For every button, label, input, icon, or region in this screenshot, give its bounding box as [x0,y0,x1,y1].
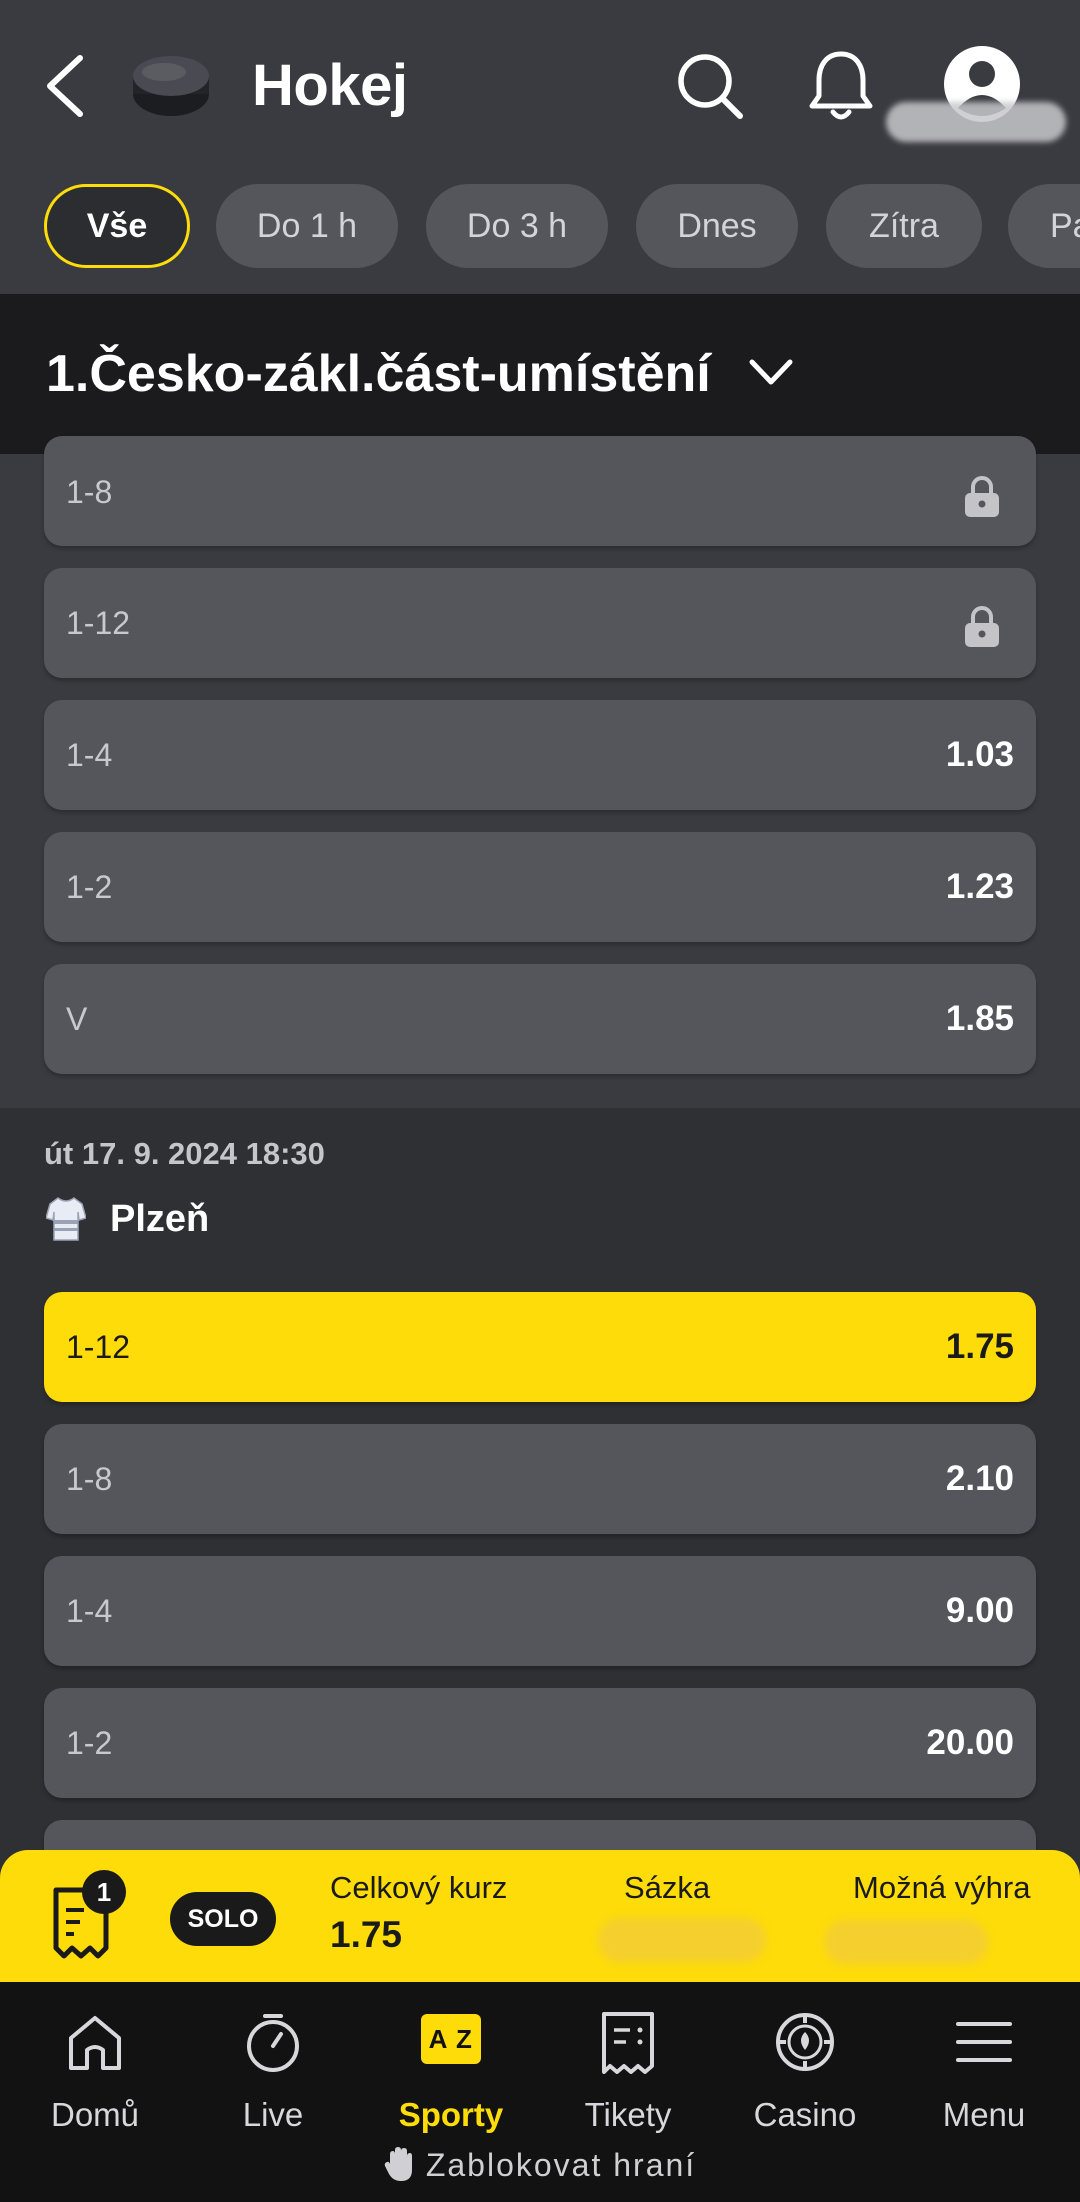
market-row[interactable]: 1-4 1.03 [44,700,1036,810]
market-label: V [66,1001,88,1037]
lock-icon [965,606,999,647]
nav-label: Tikety [584,2096,672,2133]
lock-icon [965,476,999,517]
svg-text:A: A [429,2024,448,2054]
stopwatch-icon [247,2014,299,2072]
filter-chip-more[interactable]: Pa [1008,184,1080,268]
market-row[interactable]: V 1.85 [44,964,1036,1074]
filter-chip-1h[interactable]: Do 1 h [216,184,398,268]
nav-live[interactable]: Live [193,2010,353,2140]
market-row[interactable]: 1-8 2.10 [44,1424,1036,1534]
market-row[interactable]: 1-8 [44,436,1036,546]
notification-bell-icon[interactable] [806,48,876,124]
az-icon: A Z [421,2014,481,2064]
nav-sports[interactable]: A Z Sporty [371,2010,531,2140]
ticket-icon [602,2012,654,2074]
page-title: Hokej [252,53,408,118]
nav-label: Menu [942,2096,1026,2133]
market-odd: 1.03 [945,735,1014,774]
search-icon[interactable] [674,50,746,122]
bet-mode-badge[interactable]: SOLO [170,1892,276,1946]
block-play-label: Zablokovat hraní [425,2147,697,2183]
market-row[interactable]: 1-4 9.00 [44,1556,1036,1666]
market-odd: 9.00 [945,1591,1014,1630]
possible-win-label: Možná výhra [853,1870,1031,1905]
bottom-navigation: Domů Live A Z Sporty Tikety Casino Menu … [0,1982,1080,2202]
filter-chip-today[interactable]: Dnes [636,184,798,268]
filter-chip-tomorrow[interactable]: Zítra [826,184,982,268]
market-label: 1-12 [66,605,131,641]
stake-value-redacted [598,1918,766,1962]
total-odds-label: Celkový kurz [330,1870,508,1905]
market-label: 1-2 [66,869,113,905]
betslip-count-badge: 1 [82,1870,126,1914]
nav-casino[interactable]: Casino [725,2010,885,2140]
market-label: 1-2 [66,1725,113,1761]
market-label: 1-4 [66,737,113,773]
market-row[interactable]: 1-2 1.23 [44,832,1036,942]
time-filter-bar: Vše Do 1 h Do 3 h Dnes Zítra Pa [0,160,1080,294]
market-odd: 1.75 [945,1327,1014,1366]
league-selector[interactable]: 1.Česko-zákl.část-umístění [0,294,1080,454]
possible-win-redacted [824,1920,988,1964]
hockey-puck-icon [133,56,209,116]
nav-label: Domů [50,2096,140,2133]
market-odd: 1.23 [945,867,1014,906]
back-arrow-icon[interactable] [40,52,92,120]
market-label: 1-8 [66,474,113,510]
chevron-down-icon[interactable] [746,352,796,392]
market-row-selected[interactable]: 1-12 1.75 [44,1292,1036,1402]
filter-chip-all[interactable]: Vše [44,184,190,268]
nav-tickets[interactable]: Tikety [548,2010,708,2140]
total-odds-value: 1.75 [330,1914,403,1955]
nav-label: Live [242,2096,304,2133]
account-balance-redacted [886,102,1066,142]
nav-label: Casino [753,2096,857,2133]
home-icon [69,2016,121,2070]
market-odd: 20.00 [926,1723,1014,1762]
market-row[interactable]: 1-2 20.00 [44,1688,1036,1798]
app-header: Hokej [0,0,1080,160]
svg-text:Z: Z [456,2024,472,2054]
market-odd: 2.10 [945,1459,1014,1498]
stop-hand-icon [384,2147,412,2181]
league-title: 1.Česko-zákl.část-umístění [46,345,711,403]
market-odd: 1.85 [945,999,1014,1038]
event-datetime: út 17. 9. 2024 18:30 [44,1136,325,1171]
nav-menu[interactable]: Menu [904,2010,1064,2140]
menu-icon [956,2022,1012,2062]
market-label: 1-12 [66,1329,131,1365]
casino-chip-icon [776,2013,834,2071]
team-name: Plzeň [110,1198,210,1240]
jersey-icon [46,1197,86,1241]
market-row[interactable]: 1-12 [44,568,1036,678]
betslip-bar[interactable]: 1 SOLO Celkový kurz 1.75 Sázka Možná výh… [0,1850,1080,1982]
nav-label: Sporty [398,2096,504,2133]
block-play-link[interactable]: Zablokovat hraní [0,2146,1080,2184]
nav-home[interactable]: Domů [15,2010,175,2140]
market-label: 1-4 [66,1593,113,1629]
market-label: 1-8 [66,1461,113,1497]
filter-chip-3h[interactable]: Do 3 h [426,184,608,268]
stake-label: Sázka [624,1870,711,1905]
